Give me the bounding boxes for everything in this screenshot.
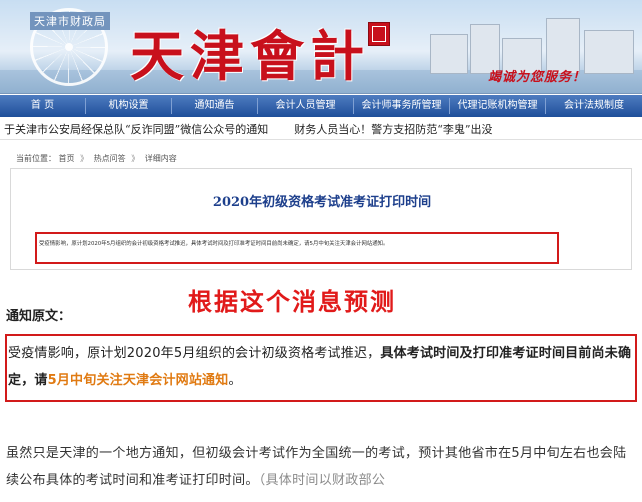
main-nav: 首 页 机构设置 通知通告 会计人员管理 会计师事务所管理 代理记账机构管理 会… [0, 95, 642, 117]
nav-item-home[interactable]: 首 页 [0, 98, 86, 114]
nav-item-notices[interactable]: 通知通告 [172, 98, 258, 114]
breadcrumb-separator: 》 [80, 154, 89, 163]
breadcrumb-current: 详细内容 [144, 154, 177, 163]
nav-item-firms[interactable]: 会计师事务所管理 [354, 98, 450, 114]
site-banner: 天津市财政局 天津會計 竭诚为您服务！ [0, 0, 642, 94]
banner-building [430, 34, 468, 74]
breadcrumb-link-faq[interactable]: 热点问答 [94, 154, 126, 163]
banner-building [584, 30, 634, 74]
seal-icon [368, 22, 390, 46]
breadcrumb-separator: 》 [131, 154, 140, 163]
nav-item-regulations[interactable]: 会计法规制度 [546, 98, 642, 114]
body-paragraph: 虽然只是天津的一个地方通知，但初级会计考试作为全国统一的考试，预计其他省市在5月… [6, 440, 638, 494]
breadcrumb-link-home[interactable]: 首页 [59, 154, 75, 163]
notice-text: 受疫情影响，原计划2020年5月组织的会计初级资格考试推迟， [8, 346, 381, 361]
news-ticker: 于关津市公安局经保总队“反诈同盟”微信公众号的通知 财务人员当心！警方支招防范“… [0, 118, 642, 140]
nav-item-organization[interactable]: 机构设置 [86, 98, 172, 114]
notice-highlight-text: 5月中旬关注天津会计网站通知 [47, 373, 229, 388]
ticker-link[interactable]: 于关津市公安局经保总队“反诈同盟”微信公众号的通知 [4, 121, 268, 137]
notice-heading: 通知原文： [6, 309, 72, 324]
department-label: 天津市财政局 [30, 12, 110, 30]
highlight-box [35, 232, 559, 264]
nav-item-agencies[interactable]: 代理记账机构管理 [450, 98, 546, 114]
nav-item-accountants[interactable]: 会计人员管理 [258, 98, 354, 114]
ticker-link[interactable]: 财务人员当心！警方支招防范“李鬼”出没 [294, 121, 492, 137]
notice-text: 。 [228, 373, 242, 388]
article-title: 2020年初级资格考试准考证打印时间 [212, 195, 432, 210]
breadcrumb-label: 当前位置： [16, 154, 56, 163]
banner-slogan: 竭诚为您服务！ [488, 70, 587, 85]
paragraph-gray-text: （具体时间以财政部公 [258, 473, 386, 488]
breadcrumb: 当前位置： 首页 》 热点问答 》 详细内容 [16, 153, 177, 164]
notice-quote: 受疫情影响，原计划2020年5月组织的会计初级资格考试推迟，具体考试时间及打印准… [8, 340, 634, 394]
annotation-text: 根据这个消息预测 [188, 288, 396, 316]
site-logo-title: 天津會計 [130, 24, 370, 88]
